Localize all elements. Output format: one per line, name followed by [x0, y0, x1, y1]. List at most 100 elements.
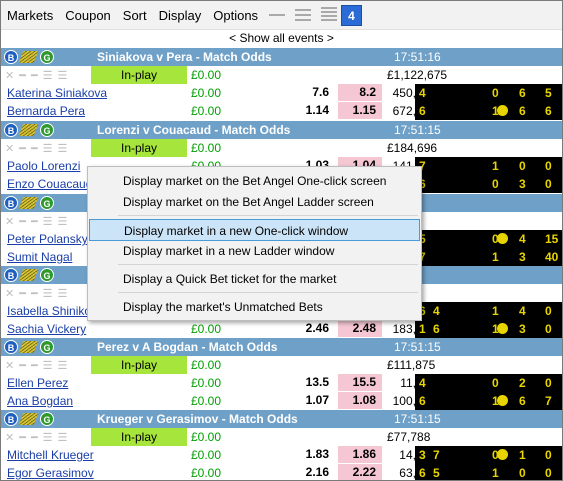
- score-value: 6: [519, 394, 526, 408]
- runner-name[interactable]: Sachia Vickery: [7, 320, 86, 338]
- grid-list-icon[interactable]: [319, 5, 339, 25]
- context-menu-item[interactable]: Display market on the Bet Angel One-clic…: [89, 170, 420, 192]
- bet-angel-b-icon[interactable]: B: [4, 268, 18, 282]
- runner-name[interactable]: Sumit Nagal: [7, 248, 72, 266]
- market-header[interactable]: B G Lorenzi v Couacaud - Match Odds 17:51:1…: [1, 121, 562, 139]
- ladder-icon[interactable]: [18, 341, 39, 353]
- menu-bar: Markets Coupon Sort Display Options 4: [1, 1, 562, 30]
- back-price[interactable]: 2.16: [291, 464, 335, 480]
- collapse-icon[interactable]: [267, 5, 287, 25]
- show-all-events-link[interactable]: < Show all events >: [1, 30, 562, 47]
- market-time: 17:51:15: [394, 123, 441, 137]
- score-value: 6: [419, 394, 426, 408]
- menu-markets[interactable]: Markets: [1, 1, 59, 30]
- back-price[interactable]: 2.46: [291, 320, 335, 337]
- context-menu-item[interactable]: Display the market's Unmatched Bets: [89, 296, 420, 318]
- score-value: 6: [545, 104, 552, 118]
- context-menu-item[interactable]: Display market in a new Ladder window: [89, 240, 420, 262]
- runner-name[interactable]: Katerina Siniakova: [7, 84, 107, 102]
- market-name[interactable]: Lorenzi v Couacaud - Match Odds: [97, 121, 290, 139]
- close-x-icon[interactable]: ✕ ━ ━ ☰ ☰: [5, 431, 68, 444]
- market-block: B G Perez v A Bogdan - Match Odds 17:51:15 ✕…: [1, 338, 562, 410]
- context-menu-item[interactable]: Display market on the Bet Angel Ladder s…: [89, 191, 420, 213]
- context-menu-item[interactable]: Display market in a new One-click window: [89, 219, 420, 241]
- score-value: 40: [545, 250, 559, 264]
- scoreboard: 6166: [415, 102, 562, 120]
- runner-name[interactable]: Bernarda Pera: [7, 102, 85, 120]
- menu-sort[interactable]: Sort: [117, 1, 153, 30]
- runner-name[interactable]: Egor Gerasimov: [7, 464, 94, 480]
- market-header[interactable]: B G Perez v A Bogdan - Match Odds 17:51:15: [1, 338, 562, 356]
- score-value: 1: [492, 304, 499, 318]
- lay-price[interactable]: 8.2: [338, 84, 382, 101]
- runner-name[interactable]: Peter Polansky: [7, 230, 88, 248]
- menu-options[interactable]: Options: [207, 1, 264, 30]
- bet-angel-b-icon[interactable]: B: [4, 123, 18, 137]
- back-price[interactable]: 7.6: [291, 84, 335, 101]
- lay-price[interactable]: 1.08: [338, 392, 382, 409]
- total-matched: £77,788: [387, 430, 431, 444]
- lay-price[interactable]: 2.48: [338, 320, 382, 337]
- back-price[interactable]: 1.07: [291, 392, 335, 409]
- ladder-icon[interactable]: [18, 269, 39, 281]
- list-icon[interactable]: [293, 5, 313, 25]
- scoreboard: 64140: [415, 302, 562, 320]
- runner-pl: £0.00: [191, 448, 222, 462]
- menu-display[interactable]: Display: [153, 1, 208, 30]
- market-name[interactable]: Krueger v Gerasimov - Match Odds: [97, 410, 298, 428]
- menu-coupon[interactable]: Coupon: [59, 1, 117, 30]
- green-g-icon[interactable]: G: [40, 340, 54, 354]
- green-g-icon[interactable]: G: [40, 412, 54, 426]
- pin-icon[interactable]: 4: [341, 5, 362, 26]
- market-pl: £0.00: [191, 68, 222, 82]
- score-value: 0: [545, 177, 552, 191]
- bet-angel-b-icon[interactable]: B: [4, 50, 18, 64]
- score-value: 0: [492, 177, 499, 191]
- back-price[interactable]: 1.14: [291, 102, 335, 119]
- green-g-icon[interactable]: G: [40, 196, 54, 210]
- close-x-icon[interactable]: ✕ ━ ━ ☰ ☰: [5, 287, 68, 300]
- runner-name[interactable]: Enzo Couacaud: [7, 175, 92, 193]
- lay-price[interactable]: 1.86: [338, 446, 382, 463]
- runner-name[interactable]: Ellen Perez: [7, 374, 68, 392]
- close-x-icon[interactable]: ✕ ━ ━ ☰ ☰: [5, 359, 68, 372]
- runner-name[interactable]: Ana Bogdan: [7, 392, 73, 410]
- green-g-icon[interactable]: G: [40, 268, 54, 282]
- close-x-icon[interactable]: ✕ ━ ━ ☰ ☰: [5, 142, 68, 155]
- market-header[interactable]: B G Siniakova v Pera - Match Odds 17:51:16: [1, 48, 562, 66]
- market-time: 17:51:15: [394, 412, 441, 426]
- bet-angel-b-icon[interactable]: B: [4, 412, 18, 426]
- lay-price[interactable]: 15.5: [338, 374, 382, 391]
- back-price[interactable]: 1.83: [291, 446, 335, 463]
- close-x-icon[interactable]: ✕ ━ ━ ☰ ☰: [5, 69, 68, 82]
- green-g-icon[interactable]: G: [40, 123, 54, 137]
- runner-name[interactable]: Mitchell Krueger: [7, 446, 94, 464]
- context-menu-item[interactable]: Display a Quick Bet ticket for the marke…: [89, 268, 420, 290]
- score-value: 3: [519, 177, 526, 191]
- ladder-icon[interactable]: [18, 51, 39, 63]
- market-name[interactable]: Siniakova v Pera - Match Odds: [97, 48, 272, 66]
- score-value: 4: [419, 86, 426, 100]
- lay-price[interactable]: 1.15: [338, 102, 382, 119]
- tennis-ball-icon: [497, 233, 508, 244]
- score-value: 0: [545, 448, 552, 462]
- ladder-icon[interactable]: [18, 124, 39, 136]
- menu-divider: [118, 215, 418, 216]
- close-x-icon[interactable]: ✕ ━ ━ ☰ ☰: [5, 215, 68, 228]
- score-value: 7: [433, 448, 440, 462]
- score-value: 0: [492, 376, 499, 390]
- menu-divider: [118, 264, 418, 265]
- ladder-icon[interactable]: [18, 413, 39, 425]
- green-g-icon[interactable]: G: [40, 50, 54, 64]
- score-value: 0: [519, 159, 526, 173]
- ladder-icon[interactable]: [18, 197, 39, 209]
- app-window: Markets Coupon Sort Display Options 4 < …: [0, 0, 563, 481]
- runner-name[interactable]: Paolo Lorenzi: [7, 157, 80, 175]
- score-value: 6: [519, 104, 526, 118]
- back-price[interactable]: 13.5: [291, 374, 335, 391]
- bet-angel-b-icon[interactable]: B: [4, 196, 18, 210]
- lay-price[interactable]: 2.22: [338, 464, 382, 480]
- market-header[interactable]: B G Krueger v Gerasimov - Match Odds 17:51:…: [1, 410, 562, 428]
- bet-angel-b-icon[interactable]: B: [4, 340, 18, 354]
- market-name[interactable]: Perez v A Bogdan - Match Odds: [97, 338, 277, 356]
